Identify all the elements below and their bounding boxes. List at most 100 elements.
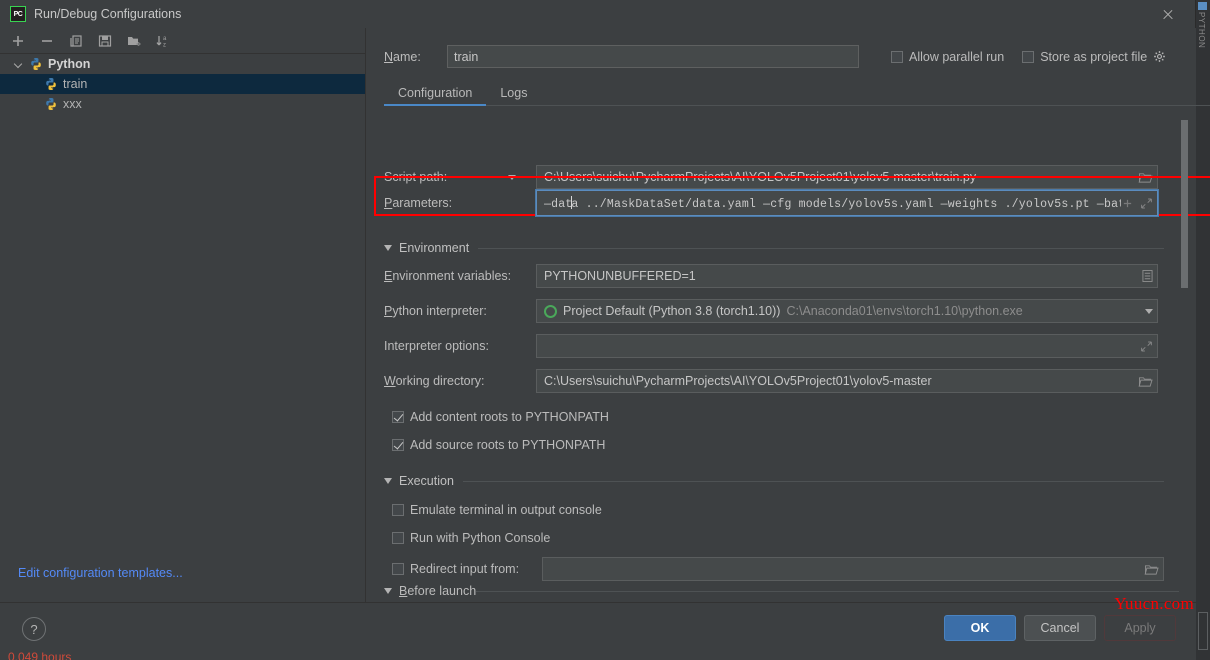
folder-icon[interactable]	[1144, 563, 1159, 576]
checkbox-box	[392, 504, 404, 516]
checkbox-box	[392, 439, 404, 451]
editor-tabs: Configuration Logs	[384, 80, 1210, 106]
execution-section-label: Execution	[399, 474, 454, 488]
emulate-terminal-checkbox[interactable]: Emulate terminal in output console	[392, 503, 602, 517]
close-icon[interactable]	[1159, 6, 1177, 24]
plus-icon[interactable]	[1121, 197, 1134, 210]
script-path-value: C:\Users\suichu\PycharmProjects\AI\YOLOv…	[544, 170, 1138, 184]
configuration-scrollbar[interactable]	[1181, 120, 1188, 590]
python-interpreter-dropdown[interactable]: Project Default (Python 3.8 (torch1.10))…	[536, 299, 1158, 323]
section-divider	[463, 481, 1164, 482]
store-as-project-file-checkbox[interactable]: Store as project file	[1022, 50, 1147, 64]
footer-buttons: OK Cancel Apply	[944, 615, 1176, 641]
redirect-input-field[interactable]	[542, 557, 1164, 581]
cancel-button[interactable]: Cancel	[1024, 615, 1096, 641]
checkbox-box	[392, 563, 404, 575]
add-source-roots-label: Add source roots to PYTHONPATH	[410, 438, 605, 452]
working-directory-input[interactable]: C:\Users\suichu\PycharmProjects\AI\YOLOv…	[536, 369, 1158, 393]
add-content-roots-label: Add content roots to PYTHONPATH	[410, 410, 609, 424]
triangle-down-icon[interactable]	[384, 478, 392, 484]
tab-logs[interactable]: Logs	[486, 86, 541, 105]
list-edit-icon[interactable]	[1142, 269, 1153, 283]
scrollbar-thumb[interactable]	[1181, 120, 1188, 288]
configurations-tree: Python train	[0, 54, 365, 114]
chevron-down-icon[interactable]	[14, 59, 25, 70]
background-strip-label: PYTHON	[1197, 12, 1206, 48]
run-with-python-console-label: Run with Python Console	[410, 531, 550, 545]
python-interpreter-label: Python interpreter:	[384, 304, 536, 318]
before-launch-label: Before launch	[399, 584, 476, 598]
interpreter-icon	[544, 305, 557, 318]
checkbox-box	[1022, 51, 1034, 63]
checkbox-box	[392, 532, 404, 544]
chevron-down-icon[interactable]	[1145, 309, 1153, 314]
name-row: Name: train Allow parallel run Store as …	[384, 45, 1210, 68]
working-directory-row: Working directory: C:\Users\suichu\Pycha…	[384, 369, 1210, 393]
background-strip-box	[1198, 612, 1208, 650]
interpreter-options-label: Interpreter options:	[384, 339, 536, 353]
script-path-label-combo[interactable]: Script path:	[384, 170, 536, 184]
working-directory-value: C:\Users\suichu\PycharmProjects\AI\YOLOv…	[544, 374, 1138, 388]
expand-icon[interactable]	[1140, 340, 1153, 353]
dialog-title-bar: PC Run/Debug Configurations	[0, 0, 1195, 28]
emulate-terminal-label: Emulate terminal in output console	[410, 503, 602, 517]
sidebar-toolbar: a z	[0, 28, 365, 54]
add-icon[interactable]	[10, 33, 26, 49]
run-with-python-console-checkbox[interactable]: Run with Python Console	[392, 531, 550, 545]
new-folder-icon[interactable]	[126, 33, 142, 49]
allow-parallel-run-label: Allow parallel run	[909, 50, 1004, 64]
save-icon[interactable]	[97, 33, 113, 49]
expand-icon[interactable]	[1140, 197, 1153, 210]
checkbox-box	[891, 51, 903, 63]
interpreter-options-input[interactable]	[536, 334, 1158, 358]
remove-icon[interactable]	[39, 33, 55, 49]
parameters-input[interactable]: —data ../MaskDataSet/data.yaml —cfg mode…	[536, 190, 1158, 216]
add-content-roots-checkbox[interactable]: Add content roots to PYTHONPATH	[392, 410, 609, 424]
name-label: Name:	[384, 50, 447, 64]
python-icon	[44, 97, 58, 111]
folder-icon[interactable]	[1138, 375, 1153, 388]
sidebar-item-label: xxx	[63, 97, 82, 111]
redirect-input-checkbox[interactable]: Redirect input from:	[392, 562, 536, 576]
execution-section-header: Execution	[384, 474, 1164, 488]
environment-variables-input[interactable]: PYTHONUNBUFFERED=1	[536, 264, 1158, 288]
sort-alphabetically-icon[interactable]: a z	[155, 33, 171, 49]
chevron-down-icon[interactable]	[508, 175, 516, 180]
parameters-row: Parameters: —data ../MaskDataSet/data.ya…	[384, 189, 1210, 217]
environment-section-header: Environment	[384, 241, 1164, 255]
dialog-body: a z Python	[0, 28, 1196, 602]
ok-button[interactable]: OK	[944, 615, 1016, 641]
triangle-down-icon[interactable]	[384, 245, 392, 251]
configuration-tab-content: Script path: C:\Users\suichu\PycharmProj…	[366, 116, 1210, 602]
environment-section-label: Environment	[399, 241, 469, 255]
help-button[interactable]: ?	[22, 617, 46, 641]
sidebar-item-xxx[interactable]: xxx	[0, 94, 365, 114]
dialog-footer: ? OK Cancel Apply	[0, 602, 1196, 660]
section-divider	[478, 248, 1164, 249]
script-path-row: Script path: C:\Users\suichu\PycharmProj…	[384, 165, 1210, 189]
background-strip-marker	[1198, 2, 1207, 10]
python-interpreter-path: C:\Anaconda01\envs\torch1.10\python.exe	[786, 304, 1145, 318]
section-divider	[476, 591, 1179, 592]
svg-text:a: a	[163, 36, 167, 42]
run-debug-configurations-dialog: PYTHON PC Run/Debug Configurations	[0, 0, 1210, 660]
pycharm-logo-text: PC	[14, 11, 23, 18]
copy-icon[interactable]	[68, 33, 84, 49]
edit-configuration-templates-link[interactable]: Edit configuration templates...	[18, 566, 183, 580]
folder-icon[interactable]	[1138, 171, 1153, 184]
tree-group-label: Python	[48, 57, 90, 71]
tab-configuration[interactable]: Configuration	[384, 86, 486, 105]
add-source-roots-checkbox[interactable]: Add source roots to PYTHONPATH	[392, 438, 605, 452]
triangle-down-icon[interactable]	[384, 588, 392, 594]
python-icon	[44, 77, 58, 91]
parameters-value: —data ../MaskDataSet/data.yaml —cfg mode…	[544, 196, 1121, 211]
tree-group-python[interactable]: Python	[0, 54, 365, 74]
gear-icon[interactable]	[1153, 50, 1166, 63]
sidebar-item-train[interactable]: train	[0, 74, 365, 94]
script-path-input[interactable]: C:\Users\suichu\PycharmProjects\AI\YOLOv…	[536, 165, 1158, 189]
allow-parallel-run-checkbox[interactable]: Allow parallel run	[891, 50, 1004, 64]
redirect-input-row: Redirect input from:	[392, 557, 1210, 581]
name-input[interactable]: train	[447, 45, 859, 68]
redirect-input-label: Redirect input from:	[410, 562, 519, 576]
pycharm-logo-icon: PC	[10, 6, 26, 22]
